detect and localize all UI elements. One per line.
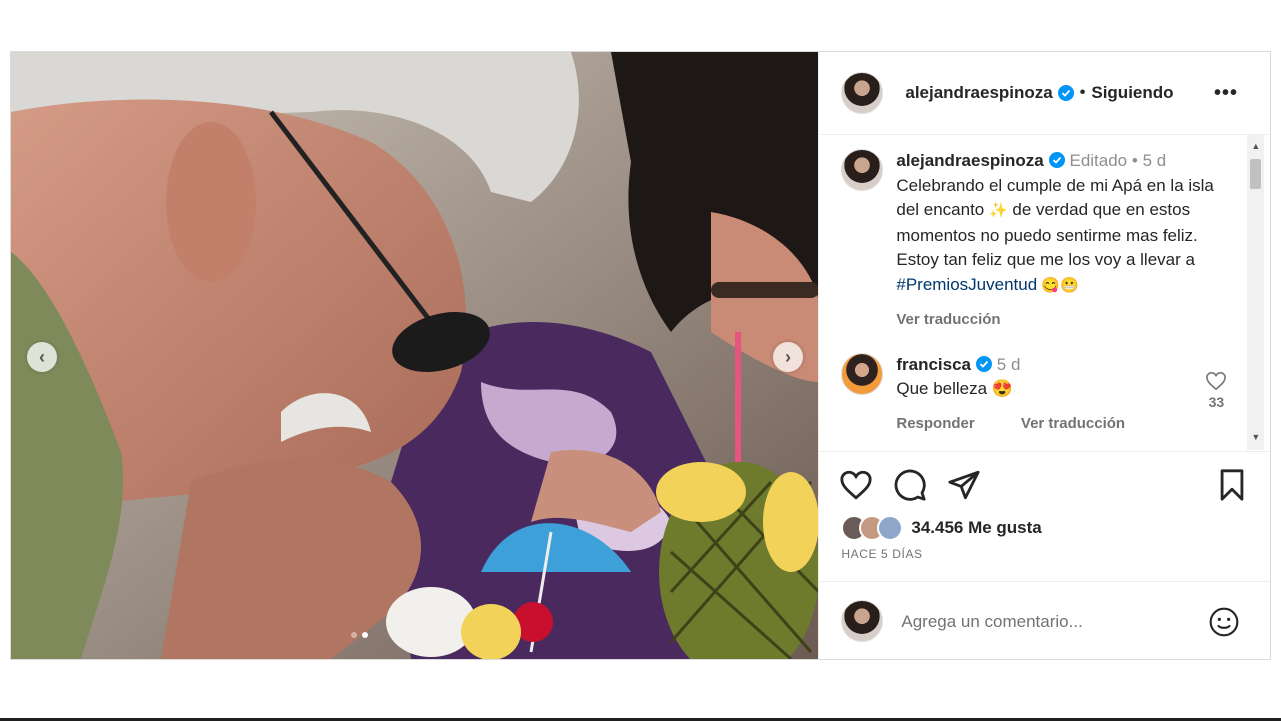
scroll-thumb[interactable] xyxy=(1250,159,1262,189)
hashtag-link[interactable]: #PremiosJuventud xyxy=(896,275,1037,294)
more-options-icon[interactable]: ••• xyxy=(1214,82,1238,105)
comment-composer xyxy=(819,581,1271,660)
comment-like-count: 33 xyxy=(1208,394,1225,410)
carousel-dot-active xyxy=(362,632,368,638)
post-time[interactable]: HACE 5 DÍAS xyxy=(841,547,922,561)
caption-avatar[interactable] xyxy=(841,149,884,191)
scroll-down-arrow-icon[interactable]: ▼ xyxy=(1251,432,1260,442)
comment-like[interactable]: 33 xyxy=(1201,371,1231,410)
post-photo xyxy=(11,52,819,659)
comment-translate-link[interactable]: Ver traducción xyxy=(1021,415,1125,432)
comments-scrollbar[interactable]: ▲ ▼ xyxy=(1247,135,1265,450)
comment-time[interactable]: 5 d xyxy=(997,355,1021,374)
following-button[interactable]: Siguiendo xyxy=(1091,83,1173,103)
emoji-picker-icon[interactable] xyxy=(1208,606,1240,638)
caption-username[interactable]: alejandraespinoza xyxy=(896,151,1043,170)
likes-count[interactable]: 34.456 Me gusta xyxy=(911,518,1041,538)
caption-translate-link[interactable]: Ver traducción xyxy=(896,308,1236,333)
sparkle-emoji: ✨ xyxy=(989,202,1008,219)
post-header: alejandraespinoza • Siguiendo ••• xyxy=(819,52,1270,135)
comments-list[interactable]: alejandraespinoza Editado • 5 d Celebran… xyxy=(819,135,1270,450)
author-username[interactable]: alejandraespinoza xyxy=(905,83,1052,103)
edited-label: Editado xyxy=(1069,151,1128,170)
likes-summary[interactable]: 34.456 Me gusta xyxy=(841,515,1042,541)
instagram-post: ‹ › alejandraespinoza • Siguiendo ••• al… xyxy=(10,51,1271,660)
chevron-right-icon: › xyxy=(785,346,791,367)
verified-badge-icon xyxy=(1048,152,1065,168)
liker-avatar xyxy=(877,515,904,541)
caption-dot: • xyxy=(1131,151,1138,170)
like-heart-icon[interactable] xyxy=(839,468,873,502)
carousel-dot xyxy=(351,632,357,638)
verified-badge-icon xyxy=(1057,85,1074,101)
header-separator: • xyxy=(1079,84,1086,101)
caption-time[interactable]: 5 d xyxy=(1143,151,1167,170)
share-send-icon[interactable] xyxy=(947,468,981,502)
caption-body: alejandraespinoza Editado • 5 d Celebran… xyxy=(896,149,1236,333)
comment-input[interactable] xyxy=(899,602,1204,642)
save-bookmark-icon[interactable] xyxy=(1215,468,1249,502)
post-details-panel: alejandraespinoza • Siguiendo ••• alejan… xyxy=(818,52,1271,660)
comment-text: Que belleza 😍 xyxy=(896,379,1013,398)
verified-badge-icon xyxy=(976,356,993,372)
reply-button[interactable]: Responder xyxy=(896,415,974,432)
commenter-username[interactable]: francisca xyxy=(896,355,971,374)
commenter-avatar[interactable] xyxy=(841,353,884,395)
post-actions: 34.456 Me gusta HACE 5 DÍAS xyxy=(819,451,1271,582)
chevron-left-icon: ‹ xyxy=(39,346,45,367)
post-media[interactable]: ‹ › xyxy=(11,52,819,659)
scroll-up-arrow-icon[interactable]: ▲ xyxy=(1251,141,1260,151)
comment-body: francisca 5 d Que belleza 😍 xyxy=(896,353,1196,401)
comment-actions: Responder Ver traducción xyxy=(896,415,1167,432)
carousel-indicator xyxy=(351,632,368,638)
current-user-avatar xyxy=(841,600,884,642)
comment-bubble-icon[interactable] xyxy=(893,468,927,502)
carousel-prev-button[interactable]: ‹ xyxy=(27,342,57,372)
caption-end-emoji: 😋😬 xyxy=(1037,276,1079,294)
author-avatar[interactable] xyxy=(841,72,884,114)
heart-outline-icon[interactable] xyxy=(1205,371,1227,391)
carousel-next-button[interactable]: › xyxy=(773,342,803,372)
